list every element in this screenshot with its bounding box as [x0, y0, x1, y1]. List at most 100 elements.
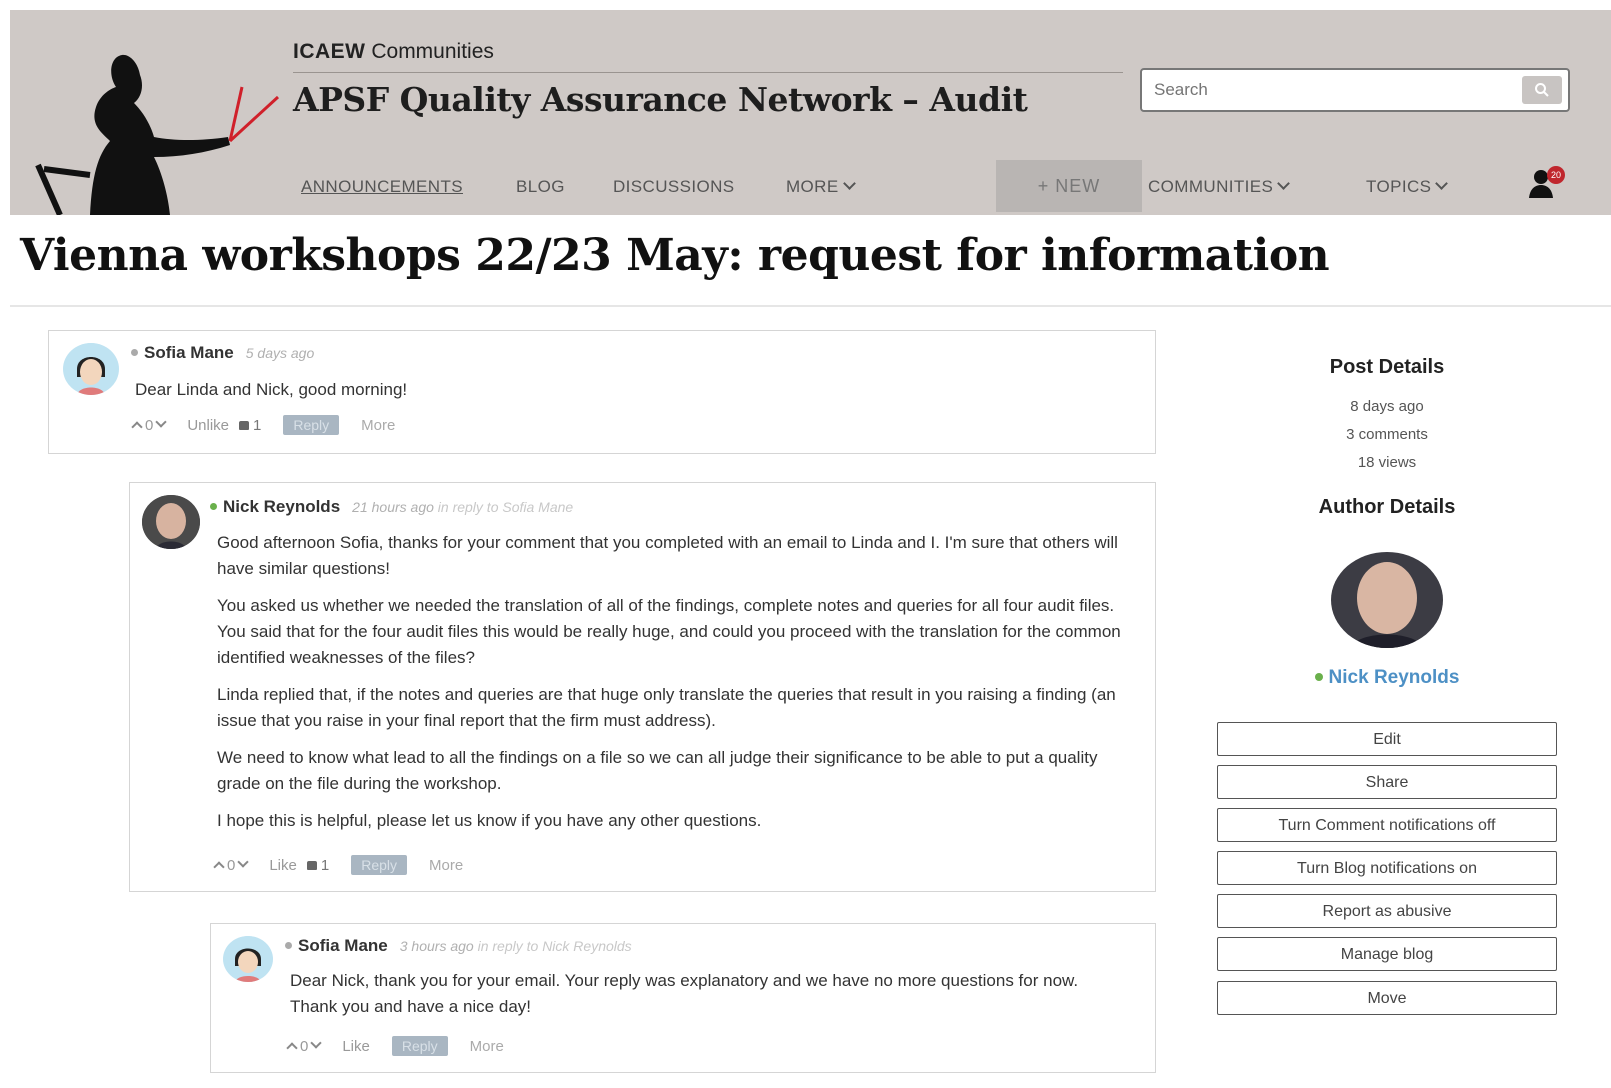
- share-button[interactable]: Share: [1217, 765, 1557, 799]
- search-icon: [1535, 83, 1549, 97]
- author-avatar-image: [1331, 552, 1443, 648]
- main-nav: ANNOUNCEMENTS BLOG DISCUSSIONS MORE + NE…: [10, 160, 1611, 212]
- edit-button[interactable]: Edit: [1217, 722, 1557, 756]
- post-age: 8 days ago: [1350, 398, 1424, 415]
- reply-button[interactable]: Reply: [283, 415, 340, 435]
- chevron-down-icon: [1435, 177, 1449, 190]
- reply-button[interactable]: Reply: [351, 855, 408, 875]
- post-view-count: 18 views: [1357, 454, 1417, 471]
- comment-time: 21 hours ago: [352, 499, 434, 515]
- blog-notifications-button[interactable]: Turn Blog notifications on: [1217, 851, 1557, 885]
- upvote-icon[interactable]: [286, 1042, 298, 1054]
- comment-paragraph: We need to know what lead to all the fin…: [217, 748, 1098, 793]
- comment-author[interactable]: Nick Reynolds 21 hours ago in reply to So…: [210, 497, 573, 517]
- nav-blog[interactable]: BLOG: [516, 177, 565, 197]
- comment-paragraph: Good afternoon Sofia, thanks for your co…: [217, 533, 1118, 578]
- nav-more[interactable]: MORE: [786, 177, 856, 197]
- avatar[interactable]: [223, 936, 273, 982]
- comment-actions: 0 Unlike 1 Reply More: [131, 415, 395, 435]
- in-reply-to-author[interactable]: Nick Reynolds: [542, 938, 631, 954]
- reply-button[interactable]: Reply: [391, 1036, 448, 1056]
- like-count: 1: [239, 417, 261, 434]
- nav-topics[interactable]: TOPICS: [1366, 177, 1449, 197]
- author-avatar[interactable]: [1331, 552, 1443, 648]
- brand-label[interactable]: ICAEW Communities: [293, 40, 494, 64]
- move-button[interactable]: Move: [1217, 981, 1557, 1015]
- in-reply-to-label: in reply to: [437, 499, 499, 515]
- author-name: Sofia Mane: [144, 343, 234, 362]
- author-name: Nick Reynolds: [223, 497, 341, 516]
- new-button[interactable]: + NEW: [996, 160, 1142, 212]
- nav-communities[interactable]: COMMUNITIES: [1148, 177, 1291, 197]
- author-name: Nick Reynolds: [1328, 667, 1460, 688]
- vote-count: 0: [145, 416, 154, 434]
- comment-paragraph: Dear Linda and Nick, good morning!: [135, 380, 408, 399]
- author-details-title: Author Details: [1318, 496, 1456, 518]
- downvote-icon[interactable]: [155, 416, 168, 428]
- author-name: Sofia Mane: [298, 936, 388, 955]
- like-count-value: 1: [320, 856, 330, 874]
- vote-control[interactable]: 0: [131, 416, 168, 434]
- comment-paragraph: You asked us whether we needed the trans…: [217, 596, 1121, 667]
- comment-actions: 0 Like 1 Reply More: [213, 855, 463, 875]
- vote-count: 0: [300, 1037, 309, 1055]
- chevron-down-icon: [842, 177, 856, 190]
- comment-card: Sofia Mane 5 days ago Dear Linda and Nick…: [48, 330, 1156, 454]
- chevron-down-icon: [1277, 177, 1291, 190]
- title-divider: [10, 305, 1611, 307]
- avatar[interactable]: [63, 343, 119, 395]
- comment-timestamp: 3 hours ago in reply to Nick Reynolds: [400, 938, 632, 954]
- thumbs-up-icon: [306, 860, 317, 870]
- offline-status-dot: [131, 349, 138, 356]
- vote-control[interactable]: 0: [286, 1037, 323, 1055]
- thumbs-up-icon: [239, 420, 250, 430]
- search-input[interactable]: [1154, 80, 1504, 100]
- upvote-icon[interactable]: [131, 421, 143, 433]
- vote-control[interactable]: 0: [213, 856, 250, 874]
- online-status-dot: [1314, 673, 1323, 681]
- in-reply-to-author[interactable]: Sofia Mane: [502, 499, 573, 515]
- avatar-image: [225, 936, 271, 982]
- like-count-value: 1: [253, 416, 262, 434]
- comment-timestamp: 21 hours ago in reply to Sofia Mane: [352, 499, 573, 515]
- offline-status-dot: [285, 942, 292, 949]
- downvote-icon[interactable]: [237, 856, 250, 868]
- author-name-link[interactable]: Nick Reynolds: [1217, 667, 1557, 689]
- search-box[interactable]: [1140, 68, 1570, 112]
- post-comment-count: 3 comments: [1346, 426, 1428, 443]
- brand-communities: Communities: [371, 40, 494, 63]
- nav-discussions[interactable]: DISCUSSIONS: [613, 177, 735, 197]
- avatar[interactable]: [142, 495, 200, 549]
- comment-time: 3 hours ago: [399, 938, 474, 954]
- more-link[interactable]: More: [470, 1038, 504, 1055]
- comment-card: Sofia Mane 3 hours ago in reply to Nick R…: [210, 923, 1156, 1073]
- comment-notifications-button[interactable]: Turn Comment notifications off: [1217, 808, 1557, 842]
- downvote-icon[interactable]: [310, 1037, 323, 1049]
- comment-author[interactable]: Sofia Mane 5 days ago: [131, 343, 314, 363]
- brand-icaew: ICAEW: [293, 40, 366, 63]
- comment-paragraph: I hope this is helpful, please let us kn…: [217, 811, 762, 830]
- nav-communities-label: COMMUNITIES: [1148, 177, 1274, 196]
- upvote-icon[interactable]: [213, 861, 225, 873]
- brand-divider: [293, 72, 1123, 73]
- like-link[interactable]: Like: [342, 1038, 370, 1055]
- vote-count: 0: [227, 856, 236, 874]
- page-title: Vienna workshops 22/23 May: request for …: [20, 230, 1330, 281]
- comment-card: Nick Reynolds 21 hours ago in reply to So…: [129, 482, 1156, 892]
- more-link[interactable]: More: [361, 417, 395, 434]
- comment-author[interactable]: Sofia Mane 3 hours ago in reply to Nick R…: [285, 936, 632, 956]
- search-button[interactable]: [1522, 76, 1562, 104]
- like-link[interactable]: Like: [269, 857, 297, 874]
- comment-body: Dear Linda and Nick, good morning!: [135, 377, 1135, 414]
- nav-announcements[interactable]: ANNOUNCEMENTS: [301, 177, 463, 197]
- notification-badge[interactable]: 20: [1547, 166, 1565, 184]
- site-header: ICAEW Communities APSF Quality Assurance…: [10, 10, 1611, 215]
- comment-body: Dear Nick, thank you for your email. You…: [290, 968, 1090, 1031]
- comment-paragraph: Linda replied that, if the notes and que…: [217, 685, 1116, 730]
- site-title[interactable]: APSF Quality Assurance Network – Audit: [293, 80, 1028, 119]
- avatar-image: [142, 495, 200, 549]
- manage-blog-button[interactable]: Manage blog: [1217, 937, 1557, 971]
- more-link[interactable]: More: [429, 857, 463, 874]
- unlike-link[interactable]: Unlike: [187, 417, 229, 434]
- report-abusive-button[interactable]: Report as abusive: [1217, 894, 1557, 928]
